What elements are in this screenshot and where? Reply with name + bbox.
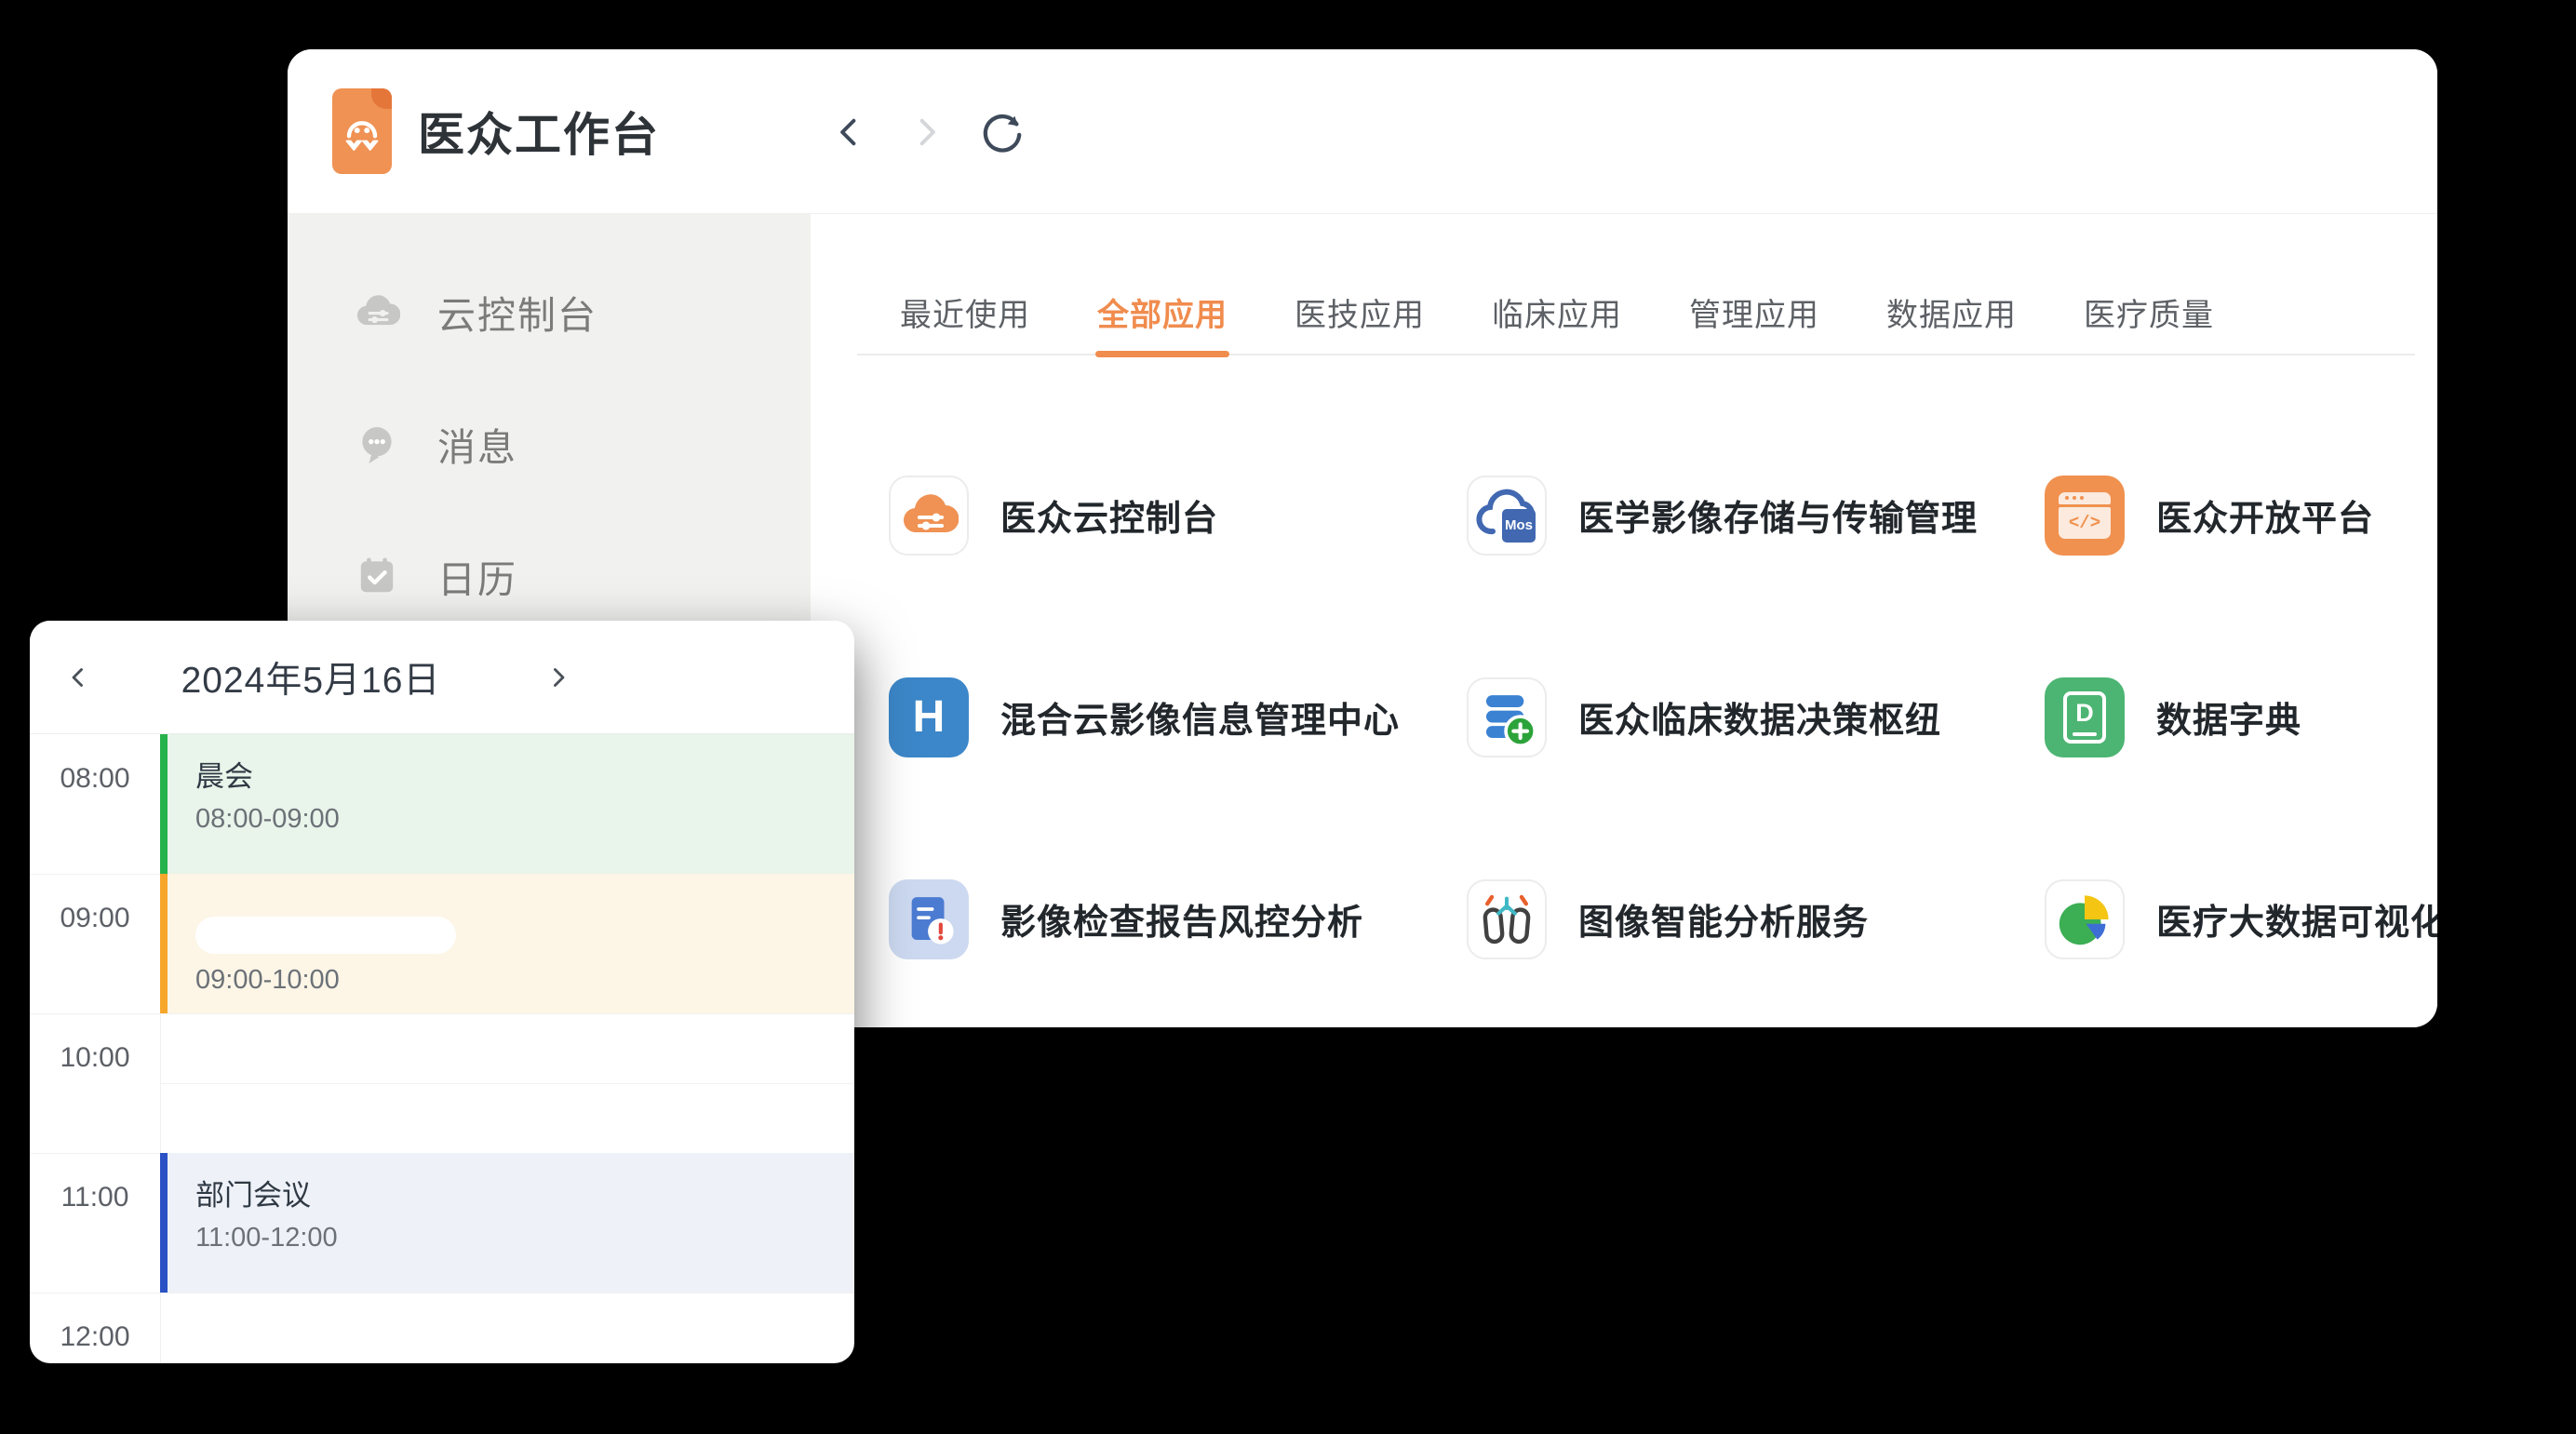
browser-code-icon: </> — [2045, 476, 2125, 556]
event-title: 部门会议 — [195, 1172, 854, 1213]
calendar-check-icon — [354, 553, 400, 599]
app-label: 数据字典 — [2156, 691, 2301, 743]
sidebar-item-label: 云控制台 — [437, 284, 597, 340]
event-time: 11:00-12:00 — [195, 1223, 854, 1253]
sidebar-item-label: 日历 — [437, 548, 517, 604]
chevron-right-icon — [906, 113, 946, 152]
app-logo-icon — [332, 88, 392, 174]
app-cloud-console[interactable]: 医众云控制台 — [889, 414, 1467, 616]
app-hybrid-cloud-center[interactable]: H 混合云影像信息管理中心 — [889, 616, 1467, 818]
calendar-row-1200: 12:00 — [30, 1293, 854, 1363]
time-label: 08:00 — [30, 763, 160, 795]
tile-letter: H — [913, 691, 946, 743]
sidebar-item-label: 消息 — [437, 416, 517, 472]
redacted-title-pill — [195, 917, 456, 954]
tab-all-apps[interactable]: 全部应用 — [1097, 270, 1228, 354]
cloud-console-icon — [354, 288, 400, 335]
calendar-prev-button[interactable] — [52, 621, 104, 734]
refresh-icon — [981, 111, 1024, 154]
event-department-meeting[interactable]: 部门会议 11:00-12:00 — [160, 1153, 854, 1293]
tab-management-apps[interactable]: 管理应用 — [1689, 270, 1819, 354]
app-report-risk-analysis[interactable]: 影像检查报告风控分析 — [889, 818, 1467, 1020]
app-open-platform[interactable]: </> 医众开放平台 — [2045, 414, 2437, 616]
event-time: 09:00-10:00 — [195, 965, 854, 996]
app-big-data-visualization[interactable]: 医疗大数据可视化 — [2045, 818, 2437, 1020]
tile-letter: D — [2075, 699, 2094, 728]
app-label: 图像智能分析服务 — [1578, 893, 1869, 945]
pie-chart-icon — [2055, 890, 2114, 949]
event-redacted[interactable]: 09:00-10:00 — [160, 874, 854, 1013]
calendar-header: 2024年5月16日 — [30, 621, 854, 734]
app-label: 医众临床数据决策枢纽 — [1578, 691, 1941, 743]
sidebar-item-messages[interactable]: 消息 — [288, 378, 811, 510]
desktop-background: 医众工作台 — [0, 0, 2576, 1434]
messages-bubble-icon — [354, 421, 400, 467]
app-title: 医众工作台 — [418, 98, 660, 165]
half-hour-gridline — [161, 1083, 854, 1084]
app-image-ai-analysis[interactable]: 图像智能分析服务 — [1467, 818, 2045, 1020]
content-area: 最近使用 全部应用 医技应用 临床应用 管理应用 数据应用 医疗质量 — [811, 214, 2437, 1027]
mos-badge: Mos — [1502, 509, 1536, 543]
cloud-sliders-icon — [899, 486, 959, 545]
tab-medtech-apps[interactable]: 医技应用 — [1295, 270, 1425, 354]
app-label: 医学影像存储与传输管理 — [1578, 489, 1978, 541]
time-label: 12:00 — [30, 1321, 160, 1353]
tab-recent[interactable]: 最近使用 — [900, 270, 1030, 354]
nav-controls — [827, 49, 1025, 214]
chevron-right-icon — [543, 662, 574, 693]
tab-bar: 最近使用 全部应用 医技应用 临床应用 管理应用 数据应用 医疗质量 — [857, 270, 2415, 355]
event-time: 08:00-09:00 — [195, 804, 854, 835]
calendar-panel: 2024年5月16日 08:00 09:00 10:00 11:00 12:00 — [30, 621, 854, 1363]
calendar-body: 08:00 09:00 10:00 11:00 12:00 晨会 08:00-0… — [30, 734, 854, 1363]
app-data-dictionary[interactable]: D 数据字典 — [2045, 616, 2437, 818]
calendar-next-button[interactable] — [532, 621, 584, 734]
app-label: 医众开放平台 — [2156, 489, 2374, 541]
code-glyph: </> — [2059, 507, 2111, 539]
app-label: 混合云影像信息管理中心 — [1000, 691, 1400, 743]
time-label: 10:00 — [30, 1042, 160, 1074]
dictionary-book-icon: D — [2045, 677, 2125, 757]
tab-data-apps[interactable]: 数据应用 — [1886, 270, 2017, 354]
sidebar-item-cloud-console[interactable]: 云控制台 — [288, 246, 811, 378]
report-alert-icon — [889, 879, 969, 959]
tab-medical-quality[interactable]: 医疗质量 — [2084, 270, 2214, 354]
app-grid: 医众云控制台 Mos 医学影像存储与传输管理 < — [889, 414, 2437, 1020]
robot-face-icon — [336, 105, 388, 157]
event-title: 晨会 — [195, 753, 854, 795]
time-label: 11:00 — [30, 1182, 160, 1213]
lungs-ai-icon — [1477, 890, 1536, 949]
app-label: 医疗大数据可视化 — [2156, 893, 2437, 945]
app-clinical-data-hub[interactable]: 医众临床数据决策枢纽 — [1467, 616, 2045, 818]
app-label: 医众云控制台 — [1000, 489, 1218, 541]
tab-clinical-apps[interactable]: 临床应用 — [1492, 270, 1622, 354]
chevron-left-icon — [62, 662, 94, 693]
event-morning-meeting[interactable]: 晨会 08:00-09:00 — [160, 734, 854, 874]
database-plus-icon — [1476, 687, 1537, 748]
forward-button[interactable] — [904, 110, 948, 154]
window-header: 医众工作台 — [288, 49, 2437, 214]
calendar-date: 2024年5月16日 — [115, 621, 506, 734]
chevron-left-icon — [830, 113, 869, 152]
time-label: 09:00 — [30, 903, 160, 934]
app-image-storage-transfer[interactable]: Mos 医学影像存储与传输管理 — [1467, 414, 2045, 616]
back-button[interactable] — [827, 110, 872, 154]
refresh-button[interactable] — [980, 110, 1025, 154]
app-label: 影像检查报告风控分析 — [1000, 893, 1363, 945]
letter-h-icon: H — [889, 677, 969, 757]
